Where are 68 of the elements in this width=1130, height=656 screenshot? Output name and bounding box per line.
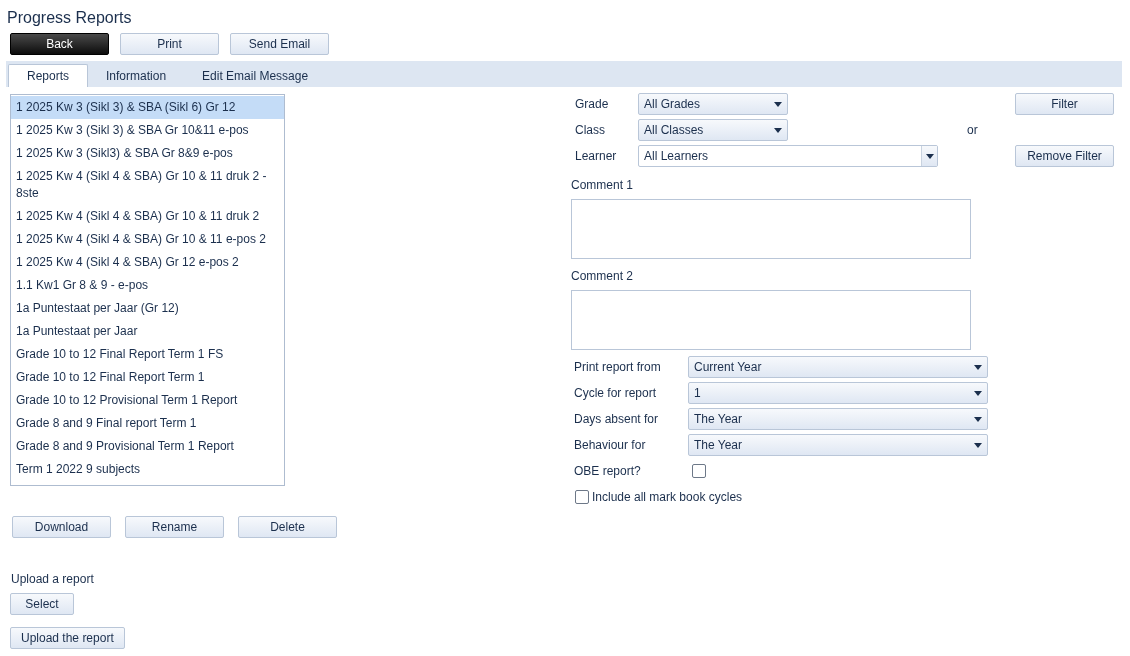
dropdown-value: All Grades: [644, 96, 701, 113]
filter-button[interactable]: Remove Filter: [1015, 145, 1114, 167]
action-button[interactable]: Download: [12, 516, 111, 538]
dropdown-value: 1: [694, 385, 701, 402]
comment-label: Comment 1: [571, 177, 635, 194]
filter-button[interactable]: Filter: [1015, 93, 1114, 115]
caret-icon: [974, 416, 982, 422]
list-item[interactable]: 1 2025 Kw 3 (Sikl3) & SBA Gr 8&9 e-pos: [11, 142, 284, 165]
upload-heading: Upload a report: [11, 571, 95, 588]
caret-icon: [974, 442, 982, 448]
field-label: Class: [574, 122, 606, 139]
action-button[interactable]: Delete: [238, 516, 337, 538]
upload-button[interactable]: Select: [10, 593, 74, 615]
list-item[interactable]: 1a Puntestaat per Jaar: [11, 320, 284, 343]
action-button[interactable]: Rename: [125, 516, 224, 538]
list-item[interactable]: Grade 8 and 9 Final report Term 1: [11, 412, 284, 435]
or-label: or: [966, 122, 979, 139]
upload-button[interactable]: Upload the report: [10, 627, 125, 649]
dropdown[interactable]: 1: [688, 382, 988, 404]
list-item[interactable]: 1.1 Kw1 Gr 8 & 9 - e-pos: [11, 274, 284, 297]
dropdown[interactable]: All Grades: [638, 93, 788, 115]
back-button[interactable]: Back: [10, 33, 109, 55]
toolbar-button[interactable]: Print: [120, 33, 219, 55]
dropdown-value: All Classes: [644, 122, 704, 139]
list-item[interactable]: Grade 10 to 12 Final Report Term 1: [11, 366, 284, 389]
dropdown[interactable]: All Classes: [638, 119, 788, 141]
field-label: Print report from: [574, 359, 662, 376]
dropdown-value: All Learners: [644, 148, 709, 165]
list-item[interactable]: 1 2025 Kw 4 (Sikl 4 & SBA) Gr 12 e-pos 2: [11, 251, 284, 274]
dropdown-value: The Year: [694, 437, 743, 454]
dropdown-value: The Year: [694, 411, 743, 428]
checkbox[interactable]: [575, 490, 589, 504]
caret-icon: [974, 390, 982, 396]
comment-field[interactable]: [571, 199, 971, 259]
toolbar-button[interactable]: Send Email: [230, 33, 329, 55]
list-item[interactable]: 1 2025 Kw 3 (Sikl 3) & SBA Gr 10&11 e-pos: [11, 119, 284, 142]
dropdown[interactable]: The Year: [688, 434, 988, 456]
caret-icon: [774, 127, 782, 133]
list-item[interactable]: Grade 8 and 9 Provisional Term 1 Report: [11, 435, 284, 458]
field-label: Days absent for: [574, 411, 660, 428]
field-label: Learner: [574, 148, 618, 165]
field-label: Grade: [574, 96, 610, 113]
field-label: Cycle for report: [574, 385, 658, 402]
dropdown-value: Current Year: [694, 359, 762, 376]
list-item[interactable]: Grade 10 to 12 Final Report Term 1 FS: [11, 343, 284, 366]
checkbox[interactable]: [692, 464, 706, 478]
tab[interactable]: Reports: [8, 64, 89, 87]
checkbox-label: Include all mark book cycles: [592, 489, 743, 506]
list-item[interactable]: 1a Puntestaat per Jaar (Gr 12): [11, 297, 284, 320]
tab[interactable]: Edit Email Message: [184, 64, 327, 87]
list-item[interactable]: Grade 10 to 12 Provisional Term 1 Report: [11, 389, 284, 412]
field-label: Behaviour for: [574, 437, 647, 454]
list-item[interactable]: 1 2025 Kw 4 (Sikl 4 & SBA) Gr 10 & 11 e-pos 2: [11, 228, 284, 251]
caret-icon: [925, 153, 934, 159]
list-item[interactable]: 1 2025 Kw 4 (Sikl 4 & SBA) Gr 10 & 11 druk 2 - 8ste: [11, 165, 284, 205]
tab[interactable]: Information: [88, 64, 185, 87]
page-title: Progress Reports: [6, 8, 133, 28]
caret-icon: [774, 101, 782, 107]
list-item[interactable]: Term 1 2022 9 subjects: [11, 458, 284, 481]
field-label: OBE report?: [574, 463, 642, 480]
caret-icon: [974, 364, 982, 370]
comment-label: Comment 2: [571, 268, 635, 285]
dropdown[interactable]: Current Year: [688, 356, 988, 378]
dropdown[interactable]: All Learners: [638, 145, 938, 167]
list-item[interactable]: 1 2025 Kw 4 (Sikl 4 & SBA) Gr 10 & 11 druk 2: [11, 205, 284, 228]
list-item[interactable]: 1 2025 Kw 3 (Sikl 3) & SBA (Sikl 6) Gr 12: [11, 96, 284, 119]
comment-field[interactable]: [571, 290, 971, 350]
dropdown[interactable]: The Year: [688, 408, 988, 430]
